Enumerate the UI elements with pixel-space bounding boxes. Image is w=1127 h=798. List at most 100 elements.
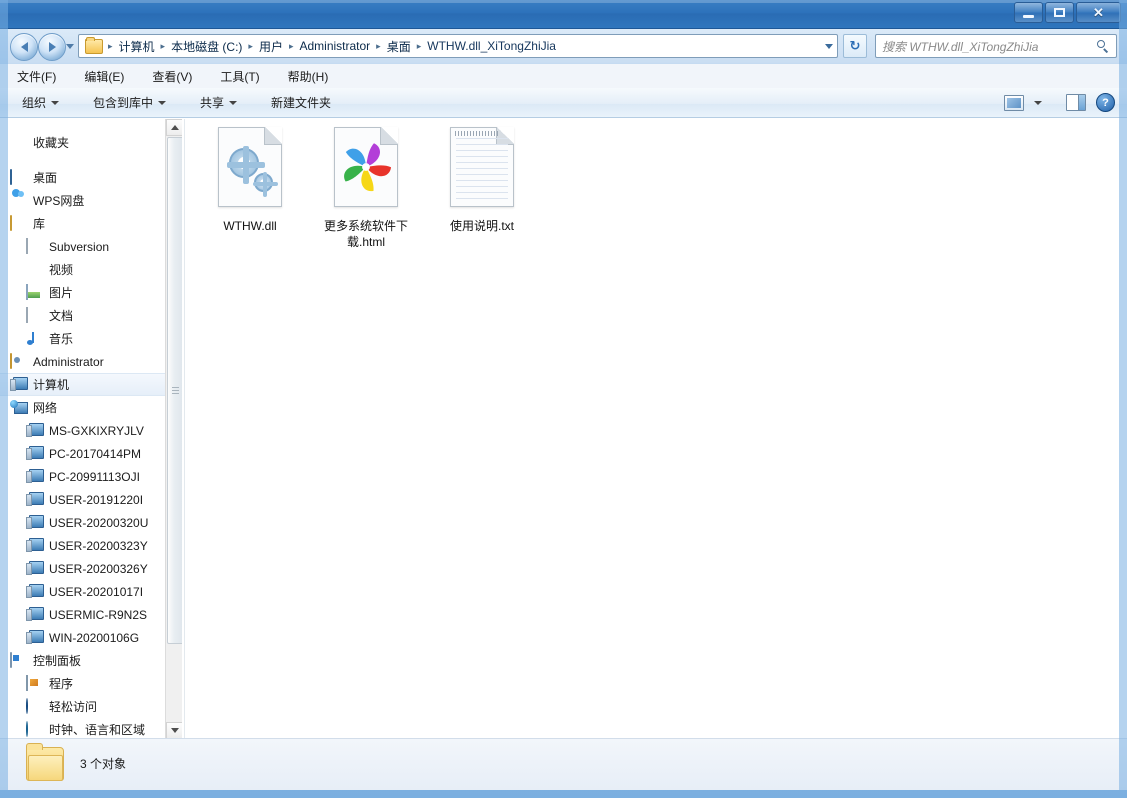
change-view-icon[interactable]: [1004, 94, 1024, 111]
breadcrumb-item-0[interactable]: 计算机: [116, 37, 158, 56]
file-item-html[interactable]: 更多系统软件下载.html: [311, 127, 421, 250]
chevron-down-icon: [158, 100, 167, 105]
menu-help[interactable]: 帮助(H): [285, 66, 332, 87]
breadcrumb-item-3[interactable]: Administrator: [296, 38, 373, 54]
file-name: 更多系统软件下载.html: [323, 219, 408, 249]
sidebar-scrollbar[interactable]: [165, 119, 182, 739]
help-icon[interactable]: ?: [1096, 93, 1115, 112]
sidebar-item-label: Administrator: [33, 354, 104, 369]
sidebar-item-network-computer[interactable]: MS-GXKIXRYJLV: [0, 419, 182, 442]
file-thumbnail: [427, 127, 537, 212]
address-dropdown-icon[interactable]: [821, 43, 837, 49]
sidebar-item-subversion[interactable]: Subversion: [0, 235, 182, 258]
sidebar-item-desktop[interactable]: 桌面: [0, 166, 182, 189]
library-icon: [10, 214, 27, 232]
refresh-icon: ↻: [849, 38, 861, 53]
menu-edit[interactable]: 编辑(E): [81, 66, 127, 87]
sidebar-item-label: 库: [33, 217, 46, 231]
sidebar-item-label: 图片: [49, 286, 74, 300]
breadcrumb-item-2[interactable]: 用户: [256, 37, 286, 56]
explorer-window: ✕ ▸ 计算机 ▸ 本地磁盘 (C:) ▸ 用户 ▸ Administrator…: [0, 0, 1127, 798]
sidebar-item-network[interactable]: 网络: [0, 396, 182, 419]
close-button[interactable]: ✕: [1076, 2, 1121, 23]
file-item-dll[interactable]: WTHW.dll: [195, 127, 305, 234]
history-dropdown-icon[interactable]: [66, 44, 74, 49]
window-controls: ✕: [1014, 2, 1121, 23]
preview-pane-icon[interactable]: [1066, 94, 1086, 111]
breadcrumb-separator: ▸: [376, 40, 381, 51]
sidebar-item-label: USER-20201017I: [49, 584, 144, 599]
menu-bar: 文件(F) 编辑(E) 查看(V) 工具(T) 帮助(H): [0, 64, 1127, 88]
back-button[interactable]: [10, 33, 38, 61]
notepad-spiral: [455, 131, 499, 136]
network-computer-icon: [26, 492, 43, 508]
sidebar-item-network-computer[interactable]: USERMIC-R9N2S: [0, 603, 182, 626]
file-thumbnail: [311, 127, 421, 212]
sidebar-item-videos[interactable]: 视频: [0, 258, 182, 281]
menu-tools[interactable]: 工具(T): [217, 66, 262, 87]
clock-region-icon: [26, 720, 43, 738]
network-computer-icon: [26, 607, 43, 623]
navigation-pane: 收藏夹 桌面 WPS网盘 库 Subversion 视频 图片 文档 音乐 Ad…: [0, 119, 182, 739]
menu-view[interactable]: 查看(V): [149, 66, 195, 87]
sidebar-item-label: WIN-20200106G: [49, 630, 140, 645]
sidebar-item-network-computer[interactable]: USER-20200323Y: [0, 534, 182, 557]
network-computer-icon: [26, 446, 43, 462]
breadcrumb-item-1[interactable]: 本地磁盘 (C:): [168, 37, 245, 56]
scroll-up-icon[interactable]: [166, 119, 182, 136]
page-dogear: [264, 127, 282, 145]
maximize-button[interactable]: [1045, 2, 1074, 23]
command-bar-right: ?: [1004, 93, 1127, 112]
search-icon: [1097, 39, 1110, 53]
folder-front: [28, 755, 63, 781]
sidebar-item-music[interactable]: 音乐: [0, 327, 182, 350]
sidebar-item-network-computer[interactable]: USER-20200320U: [0, 511, 182, 534]
video-icon: [26, 262, 43, 278]
scrollbar-thumb[interactable]: [167, 137, 182, 644]
new-folder-button[interactable]: 新建文件夹: [267, 91, 335, 114]
address-bar[interactable]: ▸ 计算机 ▸ 本地磁盘 (C:) ▸ 用户 ▸ Administrator ▸…: [78, 34, 838, 58]
refresh-button[interactable]: ↻: [843, 34, 867, 58]
explorer-body: 收藏夹 桌面 WPS网盘 库 Subversion 视频 图片 文档 音乐 Ad…: [0, 118, 1127, 739]
navigation-bar: ▸ 计算机 ▸ 本地磁盘 (C:) ▸ 用户 ▸ Administrator ▸…: [0, 29, 1127, 63]
file-thumbnail: [195, 127, 305, 212]
sidebar-item-programs[interactable]: 程序: [0, 672, 182, 695]
sidebar-item-clock-region[interactable]: 时钟、语言和区域: [0, 718, 182, 739]
sidebar-item-favorites[interactable]: 收藏夹: [0, 131, 182, 154]
sidebar-item-pictures[interactable]: 图片: [0, 281, 182, 304]
view-chevron-down-icon[interactable]: [1034, 100, 1042, 105]
star-icon: [10, 135, 27, 151]
breadcrumb-item-4[interactable]: 桌面: [384, 37, 414, 56]
search-input[interactable]: 搜索 WTHW.dll_XiTongZhiJia: [875, 34, 1117, 58]
gear-graphic: [227, 146, 278, 197]
sidebar-item-network-computer[interactable]: USER-20200326Y: [0, 557, 182, 580]
sidebar-item-administrator[interactable]: Administrator: [0, 350, 182, 373]
sidebar-item-network-computer[interactable]: USER-20191220I: [0, 488, 182, 511]
minimize-button[interactable]: [1014, 2, 1043, 23]
sidebar-item-control-panel[interactable]: 控制面板: [0, 649, 182, 672]
scroll-down-icon[interactable]: [166, 722, 182, 739]
text-lines: [456, 138, 508, 200]
forward-button[interactable]: [38, 33, 66, 61]
subversion-icon: [26, 237, 43, 255]
sidebar-item-network-computer[interactable]: PC-20170414PM: [0, 442, 182, 465]
file-list-view[interactable]: WTHW.dll 更多系统软件下载.html 使用说明.txt: [185, 119, 1127, 739]
sidebar-item-network-computer[interactable]: WIN-20200106G: [0, 626, 182, 649]
sidebar-item-label: MS-GXKIXRYJLV: [49, 423, 144, 438]
sidebar-item-documents[interactable]: 文档: [0, 304, 182, 327]
menu-file[interactable]: 文件(F): [14, 66, 59, 87]
folder-tab: [26, 743, 43, 750]
share-button[interactable]: 共享: [196, 91, 241, 114]
sidebar-item-network-computer[interactable]: PC-20991113OJI: [0, 465, 182, 488]
organize-button[interactable]: 组织: [18, 91, 63, 114]
sidebar-item-ease-of-access[interactable]: 轻松访问: [0, 695, 182, 718]
sidebar-item-computer[interactable]: 计算机: [0, 373, 182, 396]
breadcrumb-item-5[interactable]: WTHW.dll_XiTongZhiJia: [424, 38, 559, 54]
sidebar-item-label: PC-20991113OJI: [49, 469, 140, 484]
file-item-txt[interactable]: 使用说明.txt: [427, 127, 537, 234]
sidebar-item-wps-cloud[interactable]: WPS网盘: [0, 189, 182, 212]
sidebar-item-libraries[interactable]: 库: [0, 212, 182, 235]
sidebar-item-network-computer[interactable]: USER-20201017I: [0, 580, 182, 603]
include-in-library-button[interactable]: 包含到库中: [89, 91, 170, 114]
sidebar-item-label: USER-20200323Y: [49, 538, 148, 553]
